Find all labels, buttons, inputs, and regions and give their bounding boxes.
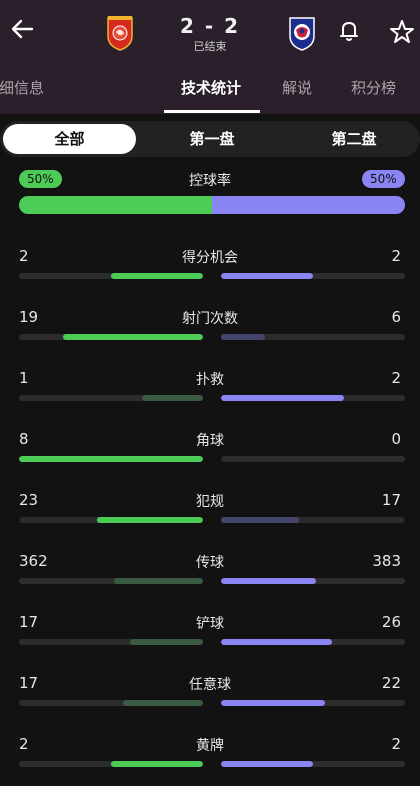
away-stat-fill (221, 761, 313, 767)
away-stat-value: 26 (381, 613, 401, 631)
away-stat-value: 2 (391, 369, 401, 387)
home-stat-fill (111, 273, 203, 279)
away-stat-fill (221, 517, 300, 523)
away-stat-fill (221, 700, 325, 706)
away-stat-value: 0 (391, 430, 401, 448)
away-stat-value: 17 (381, 491, 401, 509)
away-stat-track (221, 700, 405, 706)
away-stat-track (221, 273, 405, 279)
home-stat-fill (113, 578, 203, 584)
away-stat-value: 22 (381, 674, 401, 692)
home-stat-track (19, 517, 203, 523)
stat-name: 角球 (196, 433, 224, 449)
away-stat-track (221, 578, 405, 584)
home-stat-track (19, 334, 203, 340)
home-possession-fill (19, 196, 212, 214)
stat-row: 362 传球 383 (0, 552, 420, 592)
stat-row: 19 射门次数 6 (0, 308, 420, 348)
home-stat-track (19, 395, 203, 401)
stat-row: 17 铲球 26 (0, 613, 420, 653)
stat-row: 23 犯规 17 (0, 491, 420, 531)
segment-second-period[interactable]: 第二盘 (286, 124, 420, 154)
stat-row: 2 得分机会 2 (0, 247, 420, 287)
stat-row: 1 扑救 2 (0, 369, 420, 409)
home-stat-fill (130, 639, 203, 645)
away-stat-fill (221, 395, 344, 401)
home-stat-fill (141, 395, 203, 401)
tab-details[interactable]: 细信息 (0, 77, 44, 98)
stat-row: 17 任意球 22 (0, 674, 420, 714)
star-outline-icon[interactable] (388, 18, 416, 46)
home-stat-track (19, 578, 203, 584)
away-stat-fill (221, 639, 333, 645)
segment-first-period[interactable]: 第一盘 (144, 124, 280, 154)
home-stat-track (19, 700, 203, 706)
period-segmented-control: 全部 第一盘 第二盘 (0, 121, 420, 157)
away-possession-badge: 50% (362, 170, 405, 188)
home-stat-fill (19, 456, 203, 462)
possession-label: 控球率 (189, 173, 231, 189)
home-stat-fill (97, 517, 203, 523)
home-stat-track (19, 761, 203, 767)
away-stat-track (221, 639, 405, 645)
away-possession-fill (212, 196, 405, 214)
stat-name: 扑救 (196, 372, 224, 388)
period-selector: 全部 第一盘 第二盘 (0, 114, 420, 164)
bell-icon[interactable] (336, 18, 362, 44)
home-stat-fill (111, 761, 203, 767)
stat-name: 犯规 (196, 494, 224, 510)
away-stat-value: 383 (372, 552, 401, 570)
away-stat-track (221, 517, 405, 523)
active-tab-indicator (164, 110, 260, 113)
away-stat-track (221, 456, 405, 462)
away-stat-track (221, 395, 405, 401)
away-stat-track (221, 334, 405, 340)
tab-commentary[interactable]: 解说 (282, 77, 312, 98)
stat-name: 黄牌 (196, 738, 224, 754)
home-stat-fill (63, 334, 203, 340)
stat-name: 得分机会 (182, 250, 238, 266)
segment-all[interactable]: 全部 (3, 124, 136, 154)
tab-standings[interactable]: 积分榜 (351, 77, 396, 98)
possession-row: 50% 控球率 50% (0, 166, 420, 218)
stat-name: 铲球 (196, 616, 224, 632)
stat-name: 射门次数 (182, 311, 238, 327)
away-stat-value: 2 (391, 735, 401, 753)
home-stat-track (19, 456, 203, 462)
stat-row: 8 角球 0 (0, 430, 420, 470)
away-stat-track (221, 761, 405, 767)
match-header: 2 - 2 已结束 (0, 0, 420, 66)
home-stat-track (19, 273, 203, 279)
away-stat-value: 6 (391, 308, 401, 326)
away-stat-fill (221, 578, 316, 584)
home-stat-track (19, 639, 203, 645)
away-team-logo-icon (289, 17, 315, 51)
away-stat-fill (221, 334, 266, 340)
away-stat-fill (221, 273, 313, 279)
stat-row: 2 黄牌 2 (0, 735, 420, 775)
stat-name: 任意球 (189, 677, 231, 693)
tab-stats[interactable]: 技术统计 (181, 77, 241, 98)
stat-name: 传球 (196, 555, 224, 571)
home-stat-fill (122, 700, 203, 706)
away-stat-value: 2 (391, 247, 401, 265)
possession-bar (19, 196, 405, 214)
section-tabs: 细信息 技术统计 解说 积分榜 (0, 66, 420, 114)
